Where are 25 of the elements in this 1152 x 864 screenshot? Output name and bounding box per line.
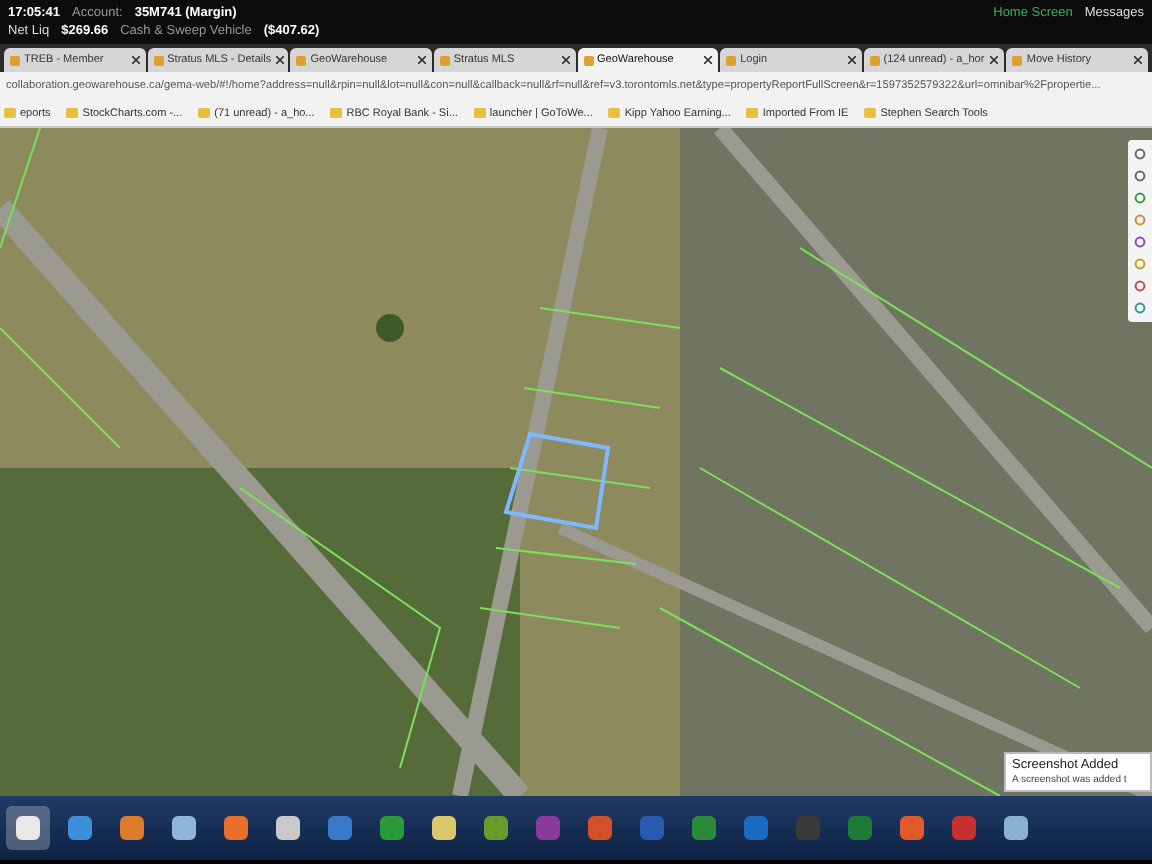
page-icon: [439, 55, 450, 65]
close-icon[interactable]: [561, 56, 569, 64]
close-icon[interactable]: [990, 56, 999, 64]
close-icon[interactable]: [131, 56, 140, 64]
page-icon: [10, 55, 20, 65]
folder-icon: [330, 108, 343, 118]
page-icon: [153, 55, 164, 65]
page-icon: [869, 55, 880, 65]
app-icon[interactable]: [6, 806, 50, 850]
folder-icon: [198, 108, 211, 118]
page-icon: [726, 55, 737, 65]
page-icon: [296, 55, 307, 65]
folder-icon: [608, 108, 621, 118]
folder-icon: [4, 108, 16, 118]
folder-icon: [66, 108, 79, 118]
folder-icon: [473, 108, 486, 118]
close-icon[interactable]: [1134, 56, 1142, 64]
folder-icon: [864, 108, 877, 118]
folder-icon: [746, 108, 759, 118]
close-icon[interactable]: [275, 56, 284, 64]
close-icon[interactable]: [704, 56, 713, 64]
page-icon: [583, 55, 593, 65]
page-icon: [1012, 55, 1023, 65]
close-icon[interactable]: [417, 56, 426, 64]
close-icon[interactable]: [847, 56, 856, 64]
